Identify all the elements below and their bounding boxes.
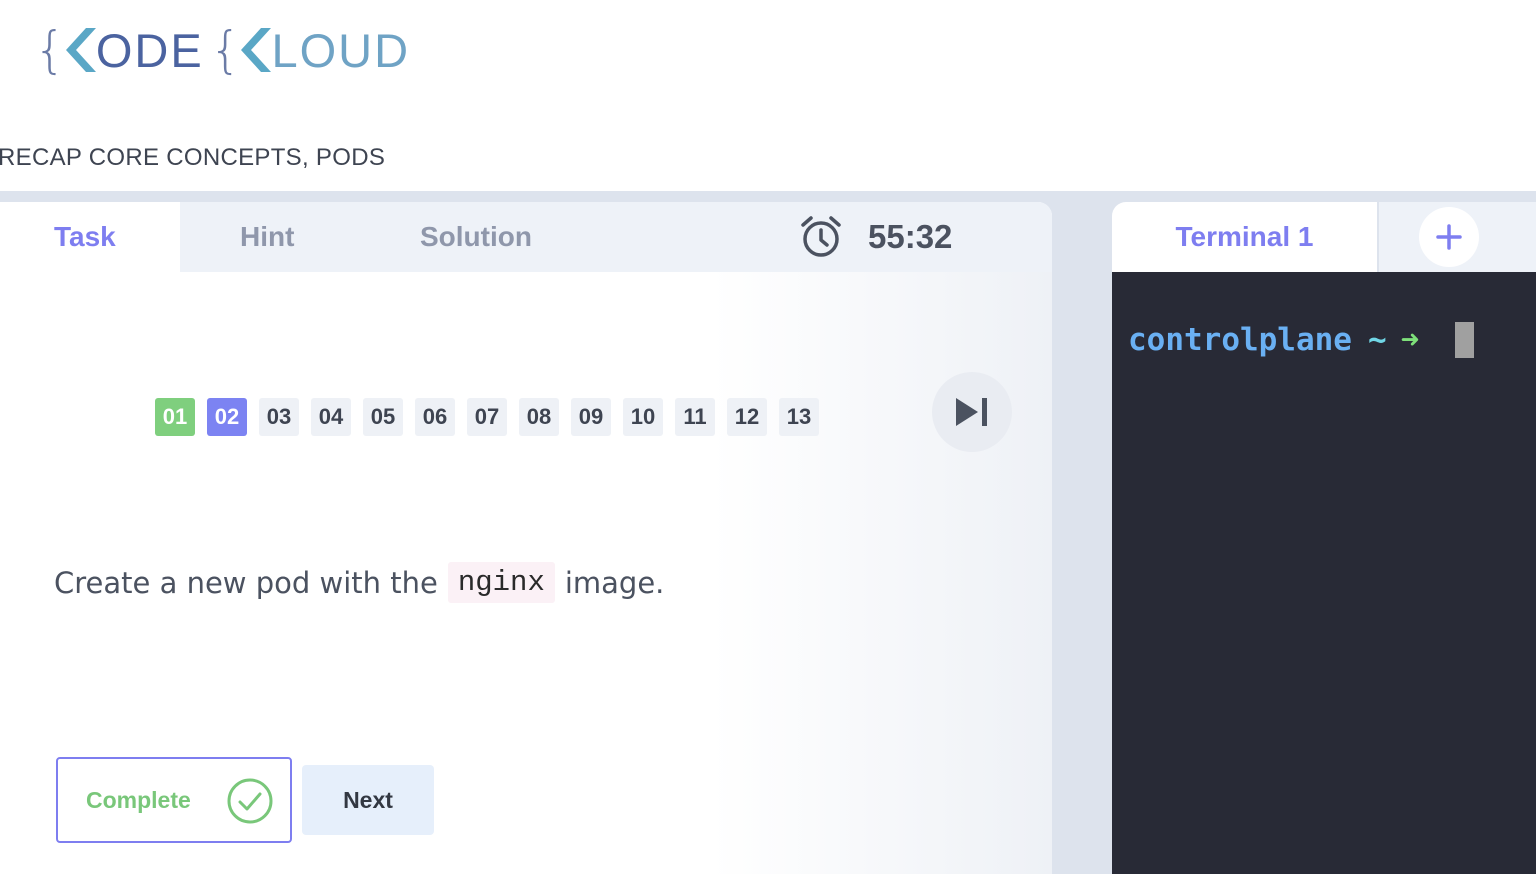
terminal-screen[interactable]: controlplane ~ ➜	[1112, 272, 1536, 874]
lab-panel: Task Hint Solution 55:32 01 02 03 04 05 …	[0, 202, 1052, 874]
lab-tab-bar: Task Hint Solution 55:32	[0, 202, 1052, 272]
step-09[interactable]: 09	[571, 398, 611, 436]
question-steps: 01 02 03 04 05 06 07 08 09 10 11 12 13	[155, 398, 831, 436]
step-06[interactable]: 06	[415, 398, 455, 436]
add-terminal-button[interactable]	[1419, 207, 1479, 267]
logo-brace-left-2: {	[209, 21, 242, 79]
tab-terminal-1[interactable]: Terminal 1	[1112, 202, 1377, 272]
logo-k-icon-2	[241, 28, 272, 72]
step-01[interactable]: 01	[155, 398, 195, 436]
tab-hint[interactable]: Hint	[240, 202, 294, 272]
logo-word-ode: ODE	[95, 23, 204, 77]
question-code: nginx	[447, 562, 555, 603]
step-12[interactable]: 12	[727, 398, 767, 436]
lab-title: RECAP CORE CONCEPTS, PODS	[0, 144, 386, 171]
kodekloud-logo[interactable]: { ODE { LOUD	[34, 22, 410, 78]
logo-word-loud: LOUD	[271, 23, 411, 77]
step-07[interactable]: 07	[467, 398, 507, 436]
terminal-cursor	[1455, 322, 1475, 358]
tab-task[interactable]: Task	[0, 202, 180, 272]
step-11[interactable]: 11	[675, 398, 715, 436]
step-03[interactable]: 03	[259, 398, 299, 436]
skip-to-end-button[interactable]	[932, 372, 1012, 452]
next-button[interactable]: Next	[302, 765, 434, 835]
prompt-tilde: ~	[1367, 322, 1387, 358]
skip-forward-icon	[956, 398, 987, 426]
step-04[interactable]: 04	[311, 398, 351, 436]
timer-value: 55:32	[868, 218, 953, 255]
complete-label: Complete	[86, 786, 191, 813]
question-text: Create a new pod with the nginx image.	[54, 562, 664, 603]
tab-solution[interactable]: Solution	[420, 202, 532, 272]
step-08[interactable]: 08	[519, 398, 559, 436]
prompt-host: controlplane	[1128, 322, 1352, 358]
step-05[interactable]: 05	[363, 398, 403, 436]
step-10[interactable]: 10	[623, 398, 663, 436]
terminal-prompt: controlplane ~ ➜	[1128, 322, 1475, 358]
timer: 55:32	[798, 214, 952, 260]
complete-button[interactable]: Complete	[56, 757, 292, 843]
plus-icon	[1436, 224, 1462, 250]
alarm-clock-icon	[801, 216, 841, 257]
question-after: image.	[564, 565, 665, 600]
logo-k-icon	[65, 28, 96, 72]
check-circle-icon	[227, 778, 273, 824]
prompt-arrow-icon: ➜	[1400, 322, 1420, 358]
step-02[interactable]: 02	[207, 398, 247, 436]
logo-brace-left: {	[34, 21, 66, 79]
question-before: Create a new pod with the	[54, 565, 438, 600]
step-13[interactable]: 13	[779, 398, 819, 436]
